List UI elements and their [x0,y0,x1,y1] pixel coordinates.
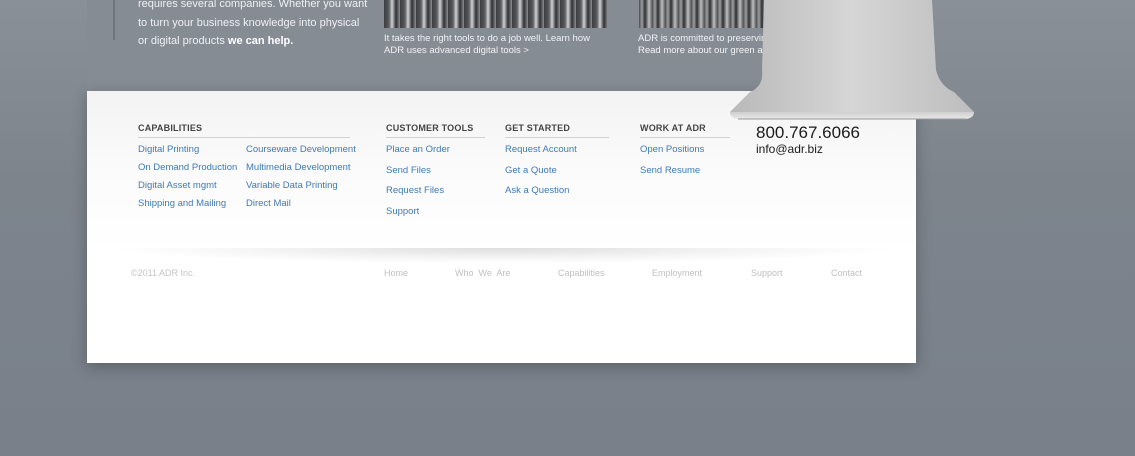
link-place-an-order[interactable]: Place an Order [386,144,450,155]
link-ask-a-question[interactable]: Ask a Question [505,185,569,196]
email-address[interactable]: info@adr.biz [756,142,823,156]
capabilities-heading: CAPABILITIES [138,123,350,138]
phone-number[interactable]: 800.767.6066 [756,123,860,143]
tools-caption-line-2[interactable]: ADR uses advanced digital tools > [384,45,599,57]
bottom-nav-contact[interactable]: Contact [831,268,862,278]
intro-line-3: or digital products we can help. [138,32,368,51]
bottom-nav-support[interactable]: Support [751,268,783,278]
intro-line-1: requires several companies. Whether you … [138,0,368,10]
link-digital-asset-mgmt[interactable]: Digital Asset mgmt [138,180,217,191]
link-shipping-and-mailing[interactable]: Shipping and Mailing [138,198,226,209]
band-edge [113,0,115,40]
link-courseware-development[interactable]: Courseware Development [246,144,356,155]
link-open-positions[interactable]: Open Positions [640,144,704,155]
link-request-account[interactable]: Request Account [505,144,577,155]
get-started-heading: GET STARTED [505,123,609,138]
customer-tools-heading: CUSTOMER TOOLS [386,123,485,138]
link-send-resume[interactable]: Send Resume [640,165,700,176]
copyright: ©2011 ADR Inc. [131,268,195,278]
link-send-files[interactable]: Send Files [386,165,431,176]
intro-line-3-prefix: or digital products [138,35,228,47]
link-digital-printing[interactable]: Digital Printing [138,144,199,155]
monitor-stand-graphic [730,0,974,120]
link-multimedia-development[interactable]: Multimedia Development [246,162,351,173]
bottom-nav-capabilities[interactable]: Capabilities [558,268,605,278]
link-on-demand-production[interactable]: On Demand Production [138,162,237,173]
link-variable-data-printing[interactable]: Variable Data Printing [246,180,338,191]
tools-caption-line-1: It takes the right tools to do a job wel… [384,33,590,44]
bottom-nav-home[interactable]: Home [384,268,408,278]
tools-photo[interactable] [384,0,607,28]
intro-line-3-bold: we can help. [227,35,294,47]
intro-text: requires several companies. Whether you … [138,0,368,51]
tools-caption[interactable]: It takes the right tools to do a job wel… [384,33,599,57]
link-direct-mail[interactable]: Direct Mail [246,198,291,209]
bottom-nav-who-we-are[interactable]: Who We Are [455,268,510,278]
link-request-files[interactable]: Request Files [386,185,444,196]
link-get-a-quote[interactable]: Get a Quote [505,165,557,176]
link-support[interactable]: Support [386,206,419,217]
bottom-nav-employment[interactable]: Employment [652,268,702,278]
intro-line-2: to turn your business knowledge into phy… [138,16,360,29]
work-at-adr-heading: WORK AT ADR [640,123,730,138]
footer-divider-shadow [105,248,900,264]
